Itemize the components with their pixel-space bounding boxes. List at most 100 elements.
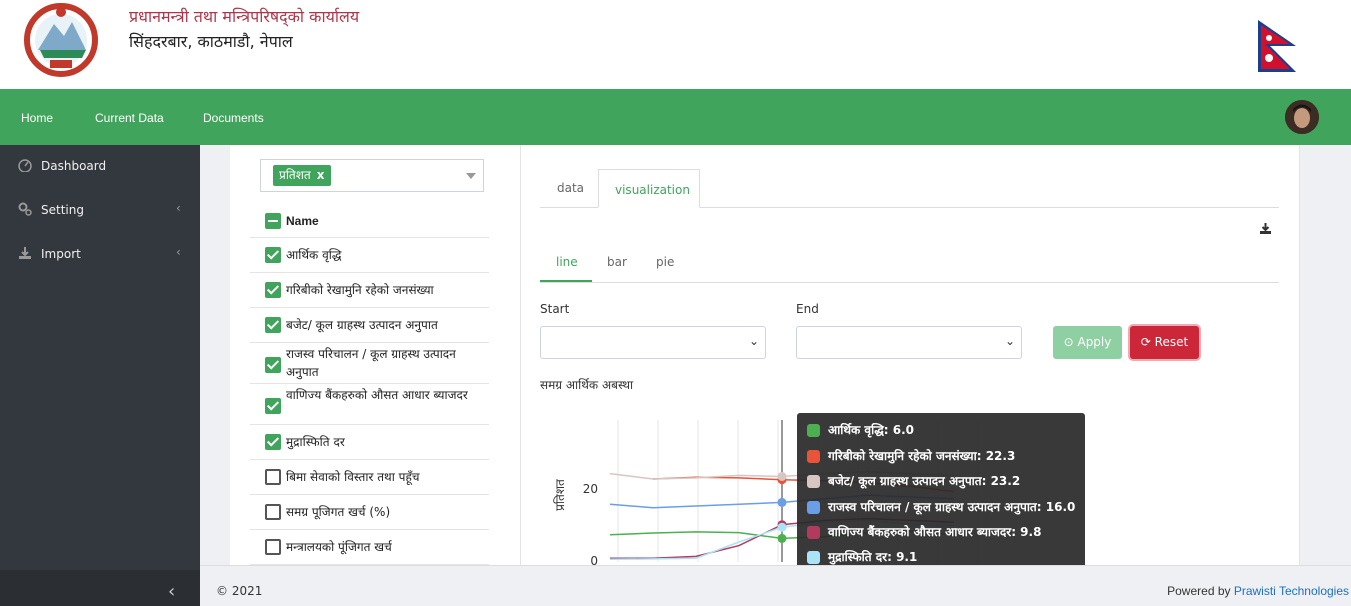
list-item[interactable]: समग्र पूजिगत खर्च (%): [250, 495, 489, 530]
cogs-icon: [18, 202, 32, 216]
item-label: समग्र पूजिगत खर्च (%): [286, 505, 391, 519]
data-point[interactable]: [777, 497, 787, 507]
item-label: बजेट/ कूल ग्राहस्थ उत्पादन अनुपात: [286, 318, 438, 332]
nav-current-data[interactable]: Current Data: [95, 111, 164, 125]
list-item[interactable]: राजस्व परिचालन / कूल ग्राहस्थ उत्पादन अन…: [250, 343, 489, 384]
tab-data[interactable]: data: [557, 181, 584, 195]
list-item[interactable]: आर्थिक वृद्धि: [250, 238, 489, 273]
nepal-emblem-icon: [24, 3, 98, 77]
check-circle-icon: ⊙: [1063, 335, 1078, 349]
legend-swatch: [807, 424, 820, 437]
tooltip-text: बजेट/ कूल ग्राहस्थ उत्पादन अनुपात: 23.2: [828, 474, 1021, 488]
subtab-line[interactable]: line: [556, 255, 578, 269]
user-avatar[interactable]: [1285, 100, 1319, 134]
company-link[interactable]: Prawisti Technologies: [1234, 584, 1349, 598]
reset-label: Reset: [1154, 335, 1189, 349]
subtab-active-indicator: [540, 280, 592, 282]
tag-label: प्रतिशत: [279, 168, 311, 182]
sidebar-item-import[interactable]: Import ‹: [0, 233, 200, 273]
item-checkbox[interactable]: [265, 504, 281, 520]
apply-label: Apply: [1077, 335, 1112, 349]
tag-remove-icon[interactable]: x: [317, 168, 325, 182]
chevron-left-icon: ‹: [176, 201, 181, 215]
tooltip-text: आर्थिक वृद्धि: 6.0: [828, 423, 915, 437]
item-checkbox[interactable]: [265, 317, 281, 333]
list-header-label: Name: [286, 214, 319, 228]
data-point[interactable]: [777, 471, 787, 481]
org-name: प्रधानमन्त्री तथा मन्त्रिपरिषद्को कार्या…: [129, 7, 360, 26]
tab-visualization[interactable]: visualization: [615, 183, 690, 197]
item-checkbox[interactable]: [265, 282, 281, 298]
item-checkbox[interactable]: [265, 539, 281, 555]
item-checkbox[interactable]: [265, 247, 281, 263]
powered-prefix: Powered by: [1167, 584, 1234, 598]
y-axis-label: प्रतिशत: [553, 478, 567, 511]
download-icon: [19, 247, 31, 259]
chevron-left-icon: ‹: [176, 245, 181, 259]
refresh-icon: ⟳: [1140, 335, 1155, 349]
item-label: मुद्रास्फिति दर: [286, 435, 345, 449]
item-label: राजस्व परिचालन / कूल ग्राहस्थ उत्पादन अन…: [286, 347, 456, 379]
sidebar-item-label: Setting: [41, 203, 84, 217]
item-label: आर्थिक वृद्धि: [286, 248, 342, 262]
select-caret-icon[interactable]: [466, 173, 476, 179]
header: प्रधानमन्त्री तथा मन्त्रिपरिषद्को कार्या…: [0, 0, 1351, 89]
list-item[interactable]: बिमा सेवाको विस्तार तथा पहूँच: [250, 460, 489, 495]
legend-swatch: [807, 551, 820, 564]
list-item[interactable]: वाणिज्य बैंकहरुको औसत आधार ब्याजदर: [250, 384, 489, 425]
subtabs-divider: [540, 282, 1279, 283]
tooltip-text: राजस्व परिचालन / कूल ग्राहस्थ उत्पादन अन…: [828, 500, 1076, 514]
download-icon[interactable]: [1259, 222, 1272, 235]
start-label: Start: [540, 302, 570, 316]
powered-by: Powered by Prawisti Technologies: [1167, 584, 1349, 598]
list-item[interactable]: बजेट/ कूल ग्राहस्थ उत्पादन अनुपात: [250, 308, 489, 343]
reset-button[interactable]: ⟳ Reset: [1130, 326, 1199, 359]
y-tick-label: 0: [590, 554, 598, 565]
dashboard-icon: [18, 159, 32, 172]
legend-swatch: [807, 501, 820, 514]
item-checkbox[interactable]: [265, 434, 281, 450]
sidebar-item-setting[interactable]: Setting ‹: [0, 189, 200, 229]
legend-swatch: [807, 475, 820, 488]
subtab-pie[interactable]: pie: [656, 255, 674, 269]
chevron-down-icon: ⌄: [1004, 334, 1015, 348]
chevron-down-icon: ⌄: [748, 334, 759, 348]
sidebar-item-dashboard[interactable]: Dashboard: [0, 145, 200, 185]
tooltip-text: मुद्रास्फिति दर: 9.1: [828, 550, 918, 564]
list-item[interactable]: मुद्रास्फिति दर: [250, 425, 489, 460]
tooltip-text: गरिबीको रेखामुनि रहेको जनसंख्या: 22.3: [828, 449, 1016, 463]
item-checkbox[interactable]: [265, 357, 281, 373]
selected-tag[interactable]: प्रतिशत x: [273, 165, 331, 186]
item-checkbox[interactable]: [265, 469, 281, 485]
indicator-list: Name आर्थिक वृद्धि गरिबीको रेखामुनि रहेक…: [250, 203, 489, 565]
org-address: सिंहदरबार, काठमाडौ, नेपाल: [129, 32, 293, 51]
item-label: बिमा सेवाको विस्तार तथा पहूँच: [286, 470, 420, 484]
nepal-flag-icon: [1258, 20, 1296, 72]
legend-swatch: [807, 450, 820, 463]
chart-tooltip: आर्थिक वृद्धि: 6.0 गरिबीको रेखामुनि रहेक…: [797, 413, 1085, 576]
item-label: गरिबीको रेखामुनि रहेको जनसंख्या: [286, 283, 434, 297]
avatar-icon: [1285, 100, 1319, 134]
subtab-bar[interactable]: bar: [607, 255, 627, 269]
sidebar-item-label: Dashboard: [41, 159, 107, 173]
tooltip-text: वाणिज्य बैंकहरुको औसत आधार ब्याजदर: 9.8: [828, 525, 1042, 539]
item-checkbox[interactable]: [265, 398, 281, 414]
data-point[interactable]: [777, 533, 787, 543]
list-header: Name: [250, 203, 489, 238]
end-label: End: [796, 302, 819, 316]
apply-button[interactable]: ⊙ Apply: [1053, 326, 1122, 359]
end-select[interactable]: ⌄: [796, 326, 1022, 359]
nav-home[interactable]: Home: [21, 111, 53, 125]
list-item[interactable]: मन्त्रालयको पूंजिगत खर्च: [250, 530, 489, 565]
copyright: © 2021: [216, 584, 263, 598]
sidebar-collapse-icon[interactable]: ‹: [168, 581, 175, 602]
start-select[interactable]: ⌄: [540, 326, 766, 359]
select-all-checkbox[interactable]: [265, 213, 281, 229]
list-item[interactable]: गरिबीको रेखामुनि रहेको जनसंख्या: [250, 273, 489, 308]
sidebar-item-label: Import: [41, 247, 81, 261]
item-label: वाणिज्य बैंकहरुको औसत आधार ब्याजदर: [286, 388, 468, 402]
data-point[interactable]: [777, 522, 787, 532]
nav-documents[interactable]: Documents: [203, 111, 264, 125]
legend-swatch: [807, 526, 820, 539]
item-label: मन्त्रालयको पूंजिगत खर्च: [286, 540, 392, 554]
